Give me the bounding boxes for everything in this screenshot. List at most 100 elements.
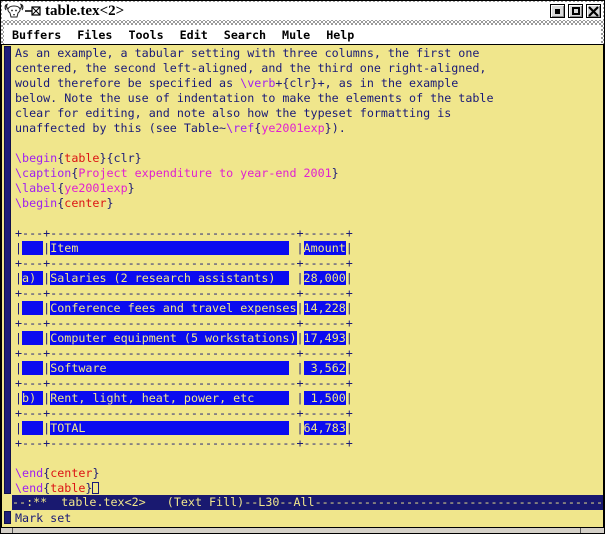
- latex-environment-name: center: [64, 196, 106, 210]
- editor-line: | |Computer equipment (5 workstations)|1…: [15, 331, 603, 346]
- text: +---+-----------------------------------…: [15, 376, 353, 390]
- editor-line: \caption{Project expenditure to year-end…: [15, 166, 603, 181]
- text: +---+-----------------------------------…: [15, 226, 353, 240]
- editor-line: | |TOTAL |64,783|: [15, 421, 603, 436]
- latex-keyword: \begin: [15, 151, 57, 165]
- minibuffer-message: Mark set: [12, 510, 71, 527]
- table-cell-text: 64,783: [304, 421, 346, 435]
- window-buttons: [550, 4, 601, 18]
- mode-line-spacer: [2, 495, 12, 510]
- text: }: [332, 166, 339, 180]
- text: |: [15, 421, 22, 435]
- scrollbar-thumb[interactable]: [4, 46, 11, 494]
- close-button[interactable]: [586, 4, 601, 18]
- editor-line: \end{table}: [15, 481, 603, 495]
- text: }: [85, 481, 92, 495]
- minimize-icon: [555, 9, 560, 14]
- minibuffer-scrollbar-thumb: [4, 511, 11, 524]
- text-cursor: [92, 482, 99, 494]
- menu-item-search[interactable]: Search: [224, 28, 266, 42]
- text: +---+-----------------------------------…: [15, 406, 353, 420]
- editor-line: +---+-----------------------------------…: [15, 376, 603, 391]
- buffer-area: As an example, a tabular setting with th…: [2, 45, 603, 495]
- table-cell-text: b): [22, 391, 43, 405]
- table-cell-text: 14,228: [304, 301, 346, 315]
- editor-line: | |Conference fees and travel expenses|1…: [15, 301, 603, 316]
- table-cell-text: Conference fees and travel expenses: [50, 301, 296, 315]
- menu-item-files[interactable]: Files: [77, 28, 112, 42]
- menu-item-tools[interactable]: Tools: [128, 28, 163, 42]
- text: }: [107, 196, 114, 210]
- editor-line: [15, 136, 603, 151]
- minibuffer-scrollbar: [2, 510, 12, 527]
- text: |: [346, 391, 353, 405]
- editor-line: +---+-----------------------------------…: [15, 436, 603, 451]
- table-cell-text: Item: [50, 241, 289, 255]
- text: |: [289, 391, 303, 405]
- mode-line: --:** table.tex<2> (Text Fill)--L30--All…: [12, 495, 603, 510]
- table-cell-text: a): [22, 271, 43, 285]
- latex-string: ye2001exp: [64, 181, 127, 195]
- menu-item-edit[interactable]: Edit: [180, 28, 208, 42]
- title-bar[interactable]: table.tex<2>: [2, 2, 603, 20]
- text: |: [289, 241, 303, 255]
- editor-line: +---+-----------------------------------…: [15, 226, 603, 241]
- maximize-button[interactable]: [568, 4, 583, 18]
- editor-line: unaffected by this (see Table~\ref{ye200…: [15, 121, 603, 136]
- table-cell-text: TOTAL: [50, 421, 289, 435]
- menu-item-mule[interactable]: Mule: [282, 28, 310, 42]
- table-cell-text: [22, 301, 43, 315]
- text: |: [15, 361, 22, 375]
- editor-line: +---+-----------------------------------…: [15, 346, 603, 361]
- text: +---+-----------------------------------…: [15, 436, 353, 450]
- bottom-resize-strip[interactable]: [1, 527, 604, 533]
- table-cell-text: 3,562: [304, 361, 346, 375]
- gnu-emacs-icon: [4, 3, 24, 19]
- text: }).: [325, 121, 346, 135]
- text: |: [297, 331, 304, 345]
- editor-line: below. Note the use of indentation to ma…: [15, 91, 603, 106]
- editor-line: +---+-----------------------------------…: [15, 256, 603, 271]
- latex-environment-name: table: [64, 151, 99, 165]
- editor-line: |b) |Rent, light, heat, power, etc | 1,5…: [15, 391, 603, 406]
- text: would therefore be specified as: [15, 76, 240, 90]
- text: }: [92, 466, 99, 480]
- resize-tick-right: [580, 528, 581, 533]
- text: +---+-----------------------------------…: [15, 316, 353, 330]
- latex-keyword: \caption: [15, 166, 71, 180]
- table-cell-text: 17,493: [304, 331, 346, 345]
- latex-environment-name: center: [50, 466, 92, 480]
- emacs-window: table.tex<2> Buffers Files Tools Edit Search…: [0, 0, 605, 534]
- text: |: [15, 331, 22, 345]
- latex-keyword: \verb: [240, 76, 275, 90]
- table-cell-text: [22, 331, 43, 345]
- latex-environment-name: table: [50, 481, 85, 495]
- menu-item-help[interactable]: Help: [326, 28, 354, 42]
- editor-line: | |Item |Amount|: [15, 241, 603, 256]
- text: |: [15, 271, 22, 285]
- table-cell-text: [22, 241, 43, 255]
- window-title: table.tex<2>: [45, 2, 124, 20]
- text: centered, the second left-aligned, and t…: [15, 61, 486, 75]
- menu-item-buffers[interactable]: Buffers: [12, 28, 61, 42]
- text: |: [346, 331, 353, 345]
- table-cell-text: 28,000: [304, 271, 346, 285]
- minimize-button[interactable]: [550, 4, 565, 18]
- scrollbar[interactable]: [2, 45, 12, 495]
- text-buffer[interactable]: As an example, a tabular setting with th…: [12, 45, 603, 495]
- text: +---+-----------------------------------…: [15, 256, 353, 270]
- editor-line: As an example, a tabular setting with th…: [15, 46, 603, 61]
- table-cell-text: Software: [50, 361, 289, 375]
- editor-line: \begin{center}: [15, 196, 603, 211]
- text: |: [15, 241, 22, 255]
- table-cell-text: [22, 421, 43, 435]
- table-cell-text: Rent, light, heat, power, etc: [50, 391, 289, 405]
- editor-line: centered, the second left-aligned, and t…: [15, 61, 603, 76]
- text: |: [346, 421, 353, 435]
- window-pin-icon: [25, 5, 41, 17]
- text: below. Note the use of indentation to ma…: [15, 91, 493, 105]
- editor-line: [15, 211, 603, 226]
- text: |: [297, 301, 304, 315]
- minibuffer[interactable]: Mark set: [2, 510, 603, 527]
- text: |: [346, 301, 353, 315]
